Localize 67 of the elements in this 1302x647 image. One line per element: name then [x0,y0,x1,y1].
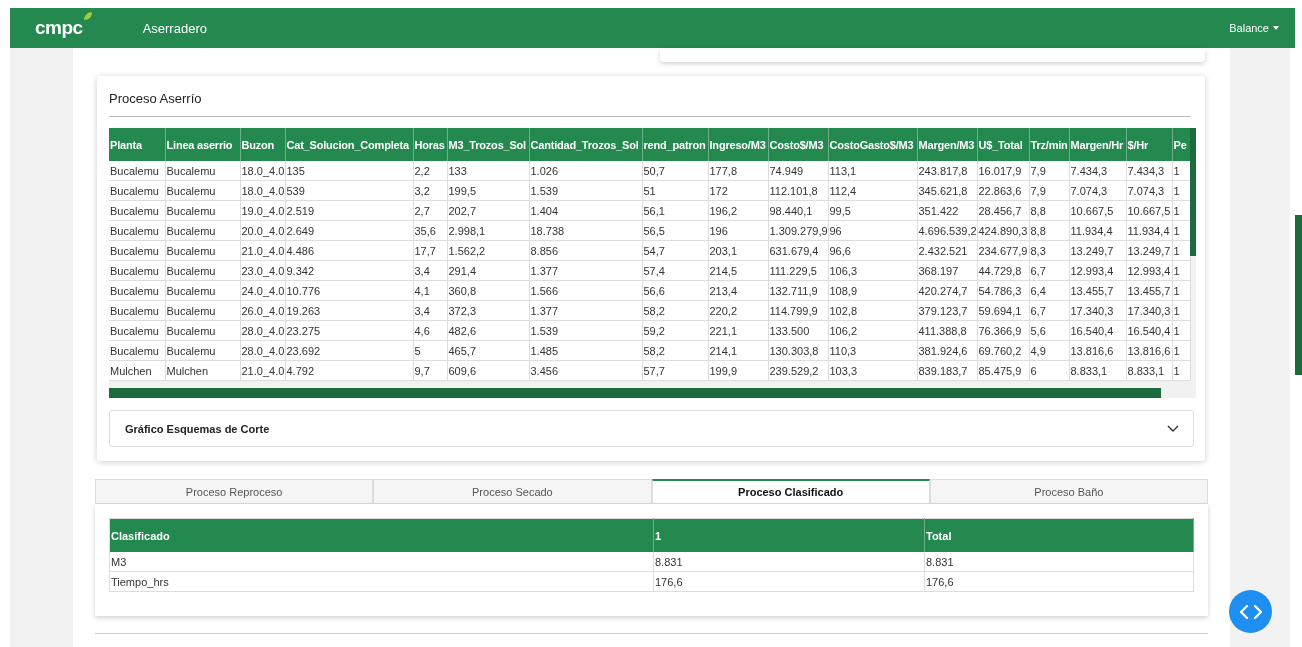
column-header[interactable]: Cat_Solucion_Completa [285,128,413,161]
table-cell: 2,2 [413,161,447,181]
column-header[interactable]: Costo$/M3 [768,128,828,161]
scrollbar-thumb[interactable] [1295,215,1302,375]
table-cell: 7.434,3 [1126,161,1172,181]
table-cell: 243.817,8 [917,161,977,181]
logo[interactable]: cmpc [35,17,83,39]
column-header[interactable]: $/Hr [1126,128,1172,161]
table-cell: 7,9 [1029,161,1069,181]
column-header[interactable]: U$_Total [977,128,1029,161]
table-cell: 1.026 [529,161,642,181]
table-cell: 18.0_4.0 [240,161,285,181]
table-cell: Bucalemu [109,180,165,201]
table-cell: 135 [285,161,413,181]
table-cell: 50,7 [642,161,708,181]
column-header[interactable]: Clasificado [109,518,654,552]
scrollbar-thumb[interactable] [1190,128,1196,256]
balance-menu[interactable]: Balance [1229,22,1279,34]
table-cell: Tiempo_hrs [109,571,654,592]
table-cell: Bucalemu [109,260,165,281]
table-cell: Bucalemu [109,220,165,241]
column-header[interactable]: 1 [653,518,925,552]
table-cell: Bucalemu [109,300,165,321]
table-cell: Bucalemu [109,200,165,221]
column-header[interactable]: Margen/M3 [917,128,977,161]
table-cell: 8.831 [924,552,1194,572]
table-cell: Bucalemu [109,340,165,361]
column-header[interactable]: Planta [109,128,165,161]
table-cell: 176,6 [924,571,1194,592]
table-cell: Bucalemu [109,280,165,301]
accordion-header[interactable]: Gráfico Esquemas de Corte [109,410,1194,447]
leaf-icon [82,11,93,21]
column-header[interactable]: CostoGasto$/M3 [828,128,917,161]
column-header[interactable]: Total [924,518,1194,552]
scrollbar-thumb[interactable] [109,388,1161,398]
table-cell: Mulchen [109,360,165,381]
column-header[interactable]: Ingreso/M3 [708,128,768,161]
table-cell: 16.017,9 [977,161,1029,181]
table-cell: 74.949 [768,161,828,181]
card-title: Proceso Aserrío [109,90,203,108]
table-cell: Bucalemu [109,320,165,341]
table-cell: Bucalemu [109,161,165,181]
table-cell: Bucalemu [165,161,240,181]
tab[interactable]: Proceso Secado [373,479,652,504]
tab[interactable]: Proceso Baño [929,479,1208,504]
column-header[interactable]: rend_patron [642,128,708,161]
table-cell: 113,1 [828,161,917,181]
table-cell: 8.831 [653,552,925,572]
column-header[interactable]: Margen/Hr [1069,128,1126,161]
column-header[interactable]: Buzon [240,128,285,161]
column-header[interactable]: Horas [413,128,447,161]
tab[interactable]: Proceso Clasificado [651,479,930,504]
app-title: Aserradero [142,20,207,36]
code-icon [1239,604,1262,619]
column-header[interactable]: Trz/min [1029,128,1069,161]
table-cell: 176,6 [653,571,925,592]
chevron-icon [1167,424,1179,433]
tab[interactable]: Proceso Reproceso [95,479,374,504]
column-header[interactable]: Linea aserrio [165,128,240,161]
table-cell: 177,8 [708,161,768,181]
table-cell: 7.434,3 [1069,161,1126,181]
caret-icon [1273,26,1279,30]
column-header[interactable]: Cantidad_Trozos_Sol [529,128,642,161]
table-cell: 133 [447,161,529,181]
column-header[interactable]: M3_Trozos_Sol [447,128,529,161]
table-cell: M3 [109,552,654,572]
table-cell: Bucalemu [109,240,165,261]
